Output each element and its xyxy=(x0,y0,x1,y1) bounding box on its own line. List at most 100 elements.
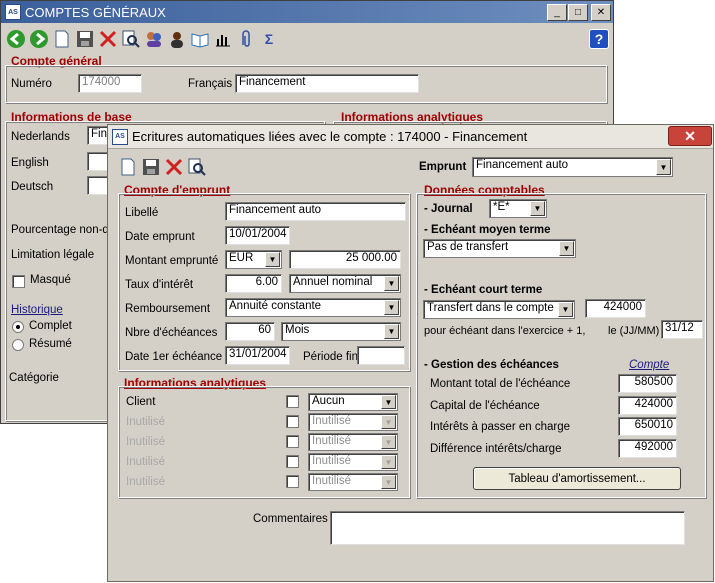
taux-type-select[interactable]: Annuel nominal ▼ xyxy=(289,274,401,293)
chevron-down-icon[interactable]: ▼ xyxy=(384,324,399,339)
chevron-down-icon[interactable]: ▼ xyxy=(381,415,396,429)
analytique-select-value: Inutilisé xyxy=(312,475,351,487)
libelle-field[interactable]: Financement auto xyxy=(225,202,406,221)
francais-field[interactable]: Financement xyxy=(235,74,419,93)
analytique-select-value: Aucun xyxy=(312,395,345,407)
back-arrow-icon[interactable] xyxy=(6,29,26,49)
currency-select[interactable]: EUR ▼ xyxy=(225,250,282,269)
chevron-down-icon[interactable]: ▼ xyxy=(558,302,573,317)
commentaires-label: Commentaires xyxy=(253,513,328,525)
interets-field[interactable]: 650010 xyxy=(618,417,677,436)
chevron-down-icon[interactable]: ▼ xyxy=(265,252,280,267)
new-document-icon[interactable] xyxy=(118,157,138,177)
chevron-down-icon[interactable]: ▼ xyxy=(381,435,396,449)
help-icon[interactable]: ? xyxy=(589,29,609,49)
analytique-select-value: Inutilisé xyxy=(312,415,351,427)
analytique-checkbox[interactable] xyxy=(286,415,299,428)
date-1er-field[interactable]: 31/01/2004 xyxy=(225,346,290,365)
analytique-checkbox[interactable] xyxy=(286,475,299,488)
dialog-app-icon: AS xyxy=(112,128,128,145)
montant-label: Montant emprunté xyxy=(125,255,219,267)
court-terme-value: Transfert dans le compte xyxy=(427,302,554,314)
chevron-down-icon[interactable]: ▼ xyxy=(381,475,396,489)
court-terme-compte-field[interactable]: 424000 xyxy=(585,299,646,318)
resume-label: Résumé xyxy=(29,338,72,350)
nbre-field[interactable]: 60 xyxy=(225,322,275,341)
analytique-row-label: Inutilisé xyxy=(126,416,165,428)
dialog-toolbar xyxy=(118,157,207,177)
user-icon[interactable] xyxy=(167,29,187,49)
chevron-down-icon[interactable]: ▼ xyxy=(656,159,671,175)
book-icon[interactable] xyxy=(190,29,210,49)
montant-total-field[interactable]: 580500 xyxy=(618,374,677,393)
analytique-checkbox[interactable] xyxy=(286,395,299,408)
analytique-select[interactable]: Inutilisé ▼ xyxy=(308,453,398,471)
delete-icon[interactable] xyxy=(98,29,118,49)
pourcentage-label: Pourcentage non-dé xyxy=(11,224,116,236)
moyen-terme-value: Pas de transfert xyxy=(427,241,509,253)
nbre-unit-select[interactable]: Mois ▼ xyxy=(281,322,401,341)
analytique-checkbox[interactable] xyxy=(286,435,299,448)
montant-field[interactable]: 25 000.00 xyxy=(289,250,401,269)
le-field[interactable]: 31/12 xyxy=(661,320,703,339)
resume-radio[interactable] xyxy=(12,339,24,351)
search-icon[interactable] xyxy=(187,157,207,177)
forward-arrow-icon[interactable] xyxy=(29,29,49,49)
minimize-button[interactable]: _ xyxy=(547,4,567,21)
exercice-label: pour échéant dans l'exercice + 1, xyxy=(424,325,586,337)
moyen-terme-select[interactable]: Pas de transfert ▼ xyxy=(423,239,576,258)
taux-field[interactable]: 6.00 xyxy=(225,274,282,293)
analytique-select[interactable]: Inutilisé ▼ xyxy=(308,433,398,451)
emprunt-select[interactable]: Financement auto ▼ xyxy=(472,157,673,177)
tableau-amortissement-button[interactable]: Tableau d'amortissement... xyxy=(473,467,681,490)
masque-label: Masqué xyxy=(30,274,71,286)
limitation-label: Limitation légale xyxy=(11,249,95,261)
paperclip-icon[interactable] xyxy=(236,29,256,49)
deutsch-label: Deutsch xyxy=(11,181,54,193)
periode-fin-field[interactable] xyxy=(357,346,405,365)
chart-icon[interactable] xyxy=(213,29,233,49)
difference-field[interactable]: 492000 xyxy=(618,439,677,458)
analytique-select[interactable]: Aucun ▼ xyxy=(308,393,398,411)
numero-field[interactable]: 174000 xyxy=(78,74,142,93)
interets-label: Intérêts à passer en charge xyxy=(430,421,570,433)
currency-value: EUR xyxy=(229,252,254,264)
gestion-label: - Gestion des échéances xyxy=(424,359,559,371)
chevron-down-icon[interactable]: ▼ xyxy=(381,455,396,469)
le-label: le (JJ/MM) xyxy=(608,325,660,337)
users-icon[interactable] xyxy=(144,29,164,49)
sigma-icon[interactable]: Σ xyxy=(259,29,279,49)
close-button[interactable]: ✕ xyxy=(591,4,611,21)
analytique-select[interactable]: Inutilisé ▼ xyxy=(308,413,398,431)
delete-icon[interactable] xyxy=(164,157,184,177)
historique-label: Historique xyxy=(11,304,63,316)
dialog-close-button[interactable]: ✕ xyxy=(668,126,712,146)
court-terme-select[interactable]: Transfert dans le compte ▼ xyxy=(423,300,575,319)
complet-radio[interactable] xyxy=(12,321,24,333)
chevron-down-icon[interactable]: ▼ xyxy=(384,300,399,315)
chevron-down-icon[interactable]: ▼ xyxy=(384,276,399,291)
journal-label: - Journal xyxy=(424,203,473,215)
remboursement-select[interactable]: Annuité constante ▼ xyxy=(225,298,401,317)
capital-field[interactable]: 424000 xyxy=(618,396,677,415)
analytique-row-label: Inutilisé xyxy=(126,436,165,448)
masque-checkbox[interactable] xyxy=(12,275,25,288)
analytique-select[interactable]: Inutilisé ▼ xyxy=(308,473,398,491)
emprunt-select-value: Financement auto xyxy=(476,159,569,171)
save-icon[interactable] xyxy=(141,157,161,177)
taux-type-value: Annuel nominal xyxy=(293,276,373,288)
date-emprunt-label: Date emprunt xyxy=(125,231,195,243)
new-document-icon[interactable] xyxy=(52,29,72,49)
save-icon[interactable] xyxy=(75,29,95,49)
analytique-select-value: Inutilisé xyxy=(312,435,351,447)
chevron-down-icon[interactable]: ▼ xyxy=(559,241,574,256)
maximize-button[interactable]: □ xyxy=(568,4,588,21)
nederlands-label: Nederlands xyxy=(11,131,70,143)
date-emprunt-field[interactable]: 10/01/2004 xyxy=(225,226,290,245)
commentaires-field[interactable] xyxy=(330,511,685,545)
search-icon[interactable] xyxy=(121,29,141,49)
analytique-checkbox[interactable] xyxy=(286,455,299,468)
chevron-down-icon[interactable]: ▼ xyxy=(381,395,396,409)
journal-select[interactable]: *E* ▼ xyxy=(489,199,547,218)
chevron-down-icon[interactable]: ▼ xyxy=(530,201,545,216)
